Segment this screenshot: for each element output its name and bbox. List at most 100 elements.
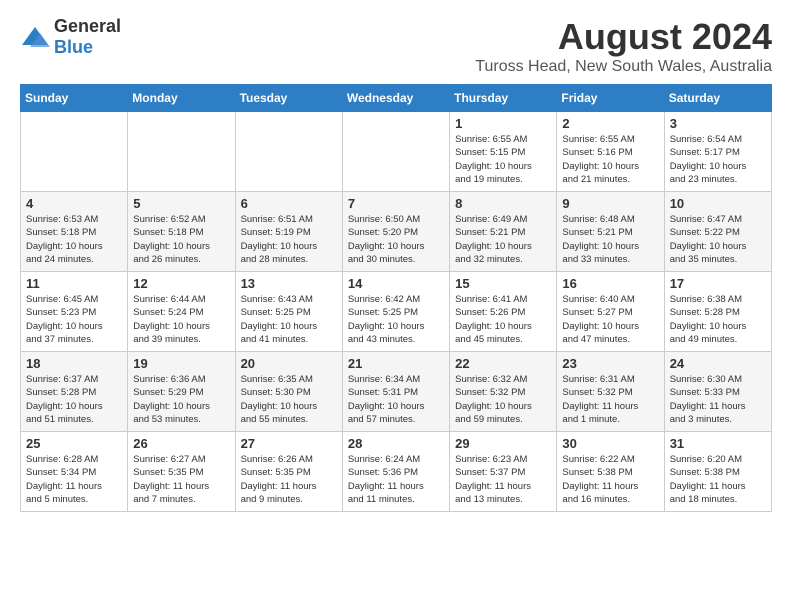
col-sunday: Sunday bbox=[21, 85, 128, 112]
title-block: August 2024 Tuross Head, New South Wales… bbox=[475, 16, 772, 76]
day-number: 28 bbox=[348, 436, 444, 451]
day-cell-3-5: 15 Sunrise: 6:41 AM Sunset: 5:26 PM Dayli… bbox=[450, 272, 557, 352]
calendar-body: 1Sunrise: 6:55 AM Sunset: 5:15 PM Daylig… bbox=[21, 112, 772, 512]
day-number: 8 bbox=[455, 196, 551, 211]
col-tuesday: Tuesday bbox=[235, 85, 342, 112]
col-friday: Friday bbox=[557, 85, 664, 112]
col-wednesday: Wednesday bbox=[342, 85, 449, 112]
day-number: 10 bbox=[670, 196, 766, 211]
day-cell-4-7: 24Sunrise: 6:30 AM Sunset: 5:33 PM Dayli… bbox=[664, 352, 771, 432]
day-info: Sunrise: 6:37 AM Sunset: 5:28 PM Dayligh… bbox=[26, 373, 122, 426]
day-number: 19 bbox=[133, 356, 229, 371]
day-cell-5-5: 29Sunrise: 6:23 AM Sunset: 5:37 PM Dayli… bbox=[450, 432, 557, 512]
day-info: Sunrise: 6:54 AM Sunset: 5:17 PM Dayligh… bbox=[670, 133, 766, 186]
header-row: Sunday Monday Tuesday Wednesday Thursday… bbox=[21, 85, 772, 112]
main-title: August 2024 bbox=[475, 16, 772, 58]
logo-general: General bbox=[54, 16, 121, 36]
day-cell-4-3: 20 Sunrise: 6:35 AM Sunset: 5:30 PM Dayli… bbox=[235, 352, 342, 432]
day-number: 9 bbox=[562, 196, 658, 211]
day-cell-4-5: 22 Sunrise: 6:32 AM Sunset: 5:32 PM Dayli… bbox=[450, 352, 557, 432]
day-info: Sunrise: 6:52 AM Sunset: 5:18 PM Dayligh… bbox=[133, 213, 229, 266]
day-cell-2-7: 10 Sunrise: 6:47 AM Sunset: 5:22 PM Dayli… bbox=[664, 192, 771, 272]
day-cell-5-1: 25 Sunrise: 6:28 AM Sunset: 5:34 PM Dayli… bbox=[21, 432, 128, 512]
day-info: Sunrise: 6:51 AM Sunset: 5:19 PM Dayligh… bbox=[241, 213, 337, 266]
day-cell-2-3: 6Sunrise: 6:51 AM Sunset: 5:19 PM Daylig… bbox=[235, 192, 342, 272]
week-row-5: 25 Sunrise: 6:28 AM Sunset: 5:34 PM Dayli… bbox=[21, 432, 772, 512]
day-number: 11 bbox=[26, 276, 122, 291]
day-info: Sunrise: 6:53 AM Sunset: 5:18 PM Dayligh… bbox=[26, 213, 122, 266]
day-cell-1-7: 3 Sunrise: 6:54 AM Sunset: 5:17 PM Daylig… bbox=[664, 112, 771, 192]
day-number: 2 bbox=[562, 116, 658, 131]
calendar-header: Sunday Monday Tuesday Wednesday Thursday… bbox=[21, 85, 772, 112]
day-info: Sunrise: 6:35 AM Sunset: 5:30 PM Dayligh… bbox=[241, 373, 337, 426]
day-cell-4-4: 21 Sunrise: 6:34 AM Sunset: 5:31 PM Dayli… bbox=[342, 352, 449, 432]
day-cell-3-2: 12Sunrise: 6:44 AM Sunset: 5:24 PM Dayli… bbox=[128, 272, 235, 352]
col-monday: Monday bbox=[128, 85, 235, 112]
day-number: 22 bbox=[455, 356, 551, 371]
day-info: Sunrise: 6:23 AM Sunset: 5:37 PM Dayligh… bbox=[455, 453, 551, 506]
day-number: 25 bbox=[26, 436, 122, 451]
day-cell-3-6: 16Sunrise: 6:40 AM Sunset: 5:27 PM Dayli… bbox=[557, 272, 664, 352]
day-cell-5-6: 30Sunrise: 6:22 AM Sunset: 5:38 PM Dayli… bbox=[557, 432, 664, 512]
day-cell-1-4 bbox=[342, 112, 449, 192]
day-number: 5 bbox=[133, 196, 229, 211]
day-info: Sunrise: 6:42 AM Sunset: 5:25 PM Dayligh… bbox=[348, 293, 444, 346]
day-number: 31 bbox=[670, 436, 766, 451]
day-cell-5-7: 31 Sunrise: 6:20 AM Sunset: 5:38 PM Dayli… bbox=[664, 432, 771, 512]
day-number: 14 bbox=[348, 276, 444, 291]
day-info: Sunrise: 6:45 AM Sunset: 5:23 PM Dayligh… bbox=[26, 293, 122, 346]
logo: General Blue bbox=[20, 16, 121, 58]
col-thursday: Thursday bbox=[450, 85, 557, 112]
day-number: 17 bbox=[670, 276, 766, 291]
calendar-table: Sunday Monday Tuesday Wednesday Thursday… bbox=[20, 84, 772, 512]
day-cell-1-2 bbox=[128, 112, 235, 192]
day-cell-1-1 bbox=[21, 112, 128, 192]
week-row-2: 4 Sunrise: 6:53 AM Sunset: 5:18 PM Daylig… bbox=[21, 192, 772, 272]
day-cell-3-4: 14 Sunrise: 6:42 AM Sunset: 5:25 PM Dayli… bbox=[342, 272, 449, 352]
logo-blue: Blue bbox=[54, 37, 93, 57]
day-cell-3-1: 11 Sunrise: 6:45 AM Sunset: 5:23 PM Dayli… bbox=[21, 272, 128, 352]
day-cell-2-6: 9 Sunrise: 6:48 AM Sunset: 5:21 PM Daylig… bbox=[557, 192, 664, 272]
day-info: Sunrise: 6:55 AM Sunset: 5:15 PM Dayligh… bbox=[455, 133, 551, 186]
week-row-4: 18 Sunrise: 6:37 AM Sunset: 5:28 PM Dayli… bbox=[21, 352, 772, 432]
day-number: 3 bbox=[670, 116, 766, 131]
day-info: Sunrise: 6:26 AM Sunset: 5:35 PM Dayligh… bbox=[241, 453, 337, 506]
day-info: Sunrise: 6:43 AM Sunset: 5:25 PM Dayligh… bbox=[241, 293, 337, 346]
day-number: 30 bbox=[562, 436, 658, 451]
day-cell-3-3: 13Sunrise: 6:43 AM Sunset: 5:25 PM Dayli… bbox=[235, 272, 342, 352]
day-cell-2-1: 4 Sunrise: 6:53 AM Sunset: 5:18 PM Daylig… bbox=[21, 192, 128, 272]
day-number: 18 bbox=[26, 356, 122, 371]
day-cell-5-4: 28 Sunrise: 6:24 AM Sunset: 5:36 PM Dayli… bbox=[342, 432, 449, 512]
day-cell-3-7: 17 Sunrise: 6:38 AM Sunset: 5:28 PM Dayli… bbox=[664, 272, 771, 352]
day-info: Sunrise: 6:34 AM Sunset: 5:31 PM Dayligh… bbox=[348, 373, 444, 426]
day-cell-2-2: 5 Sunrise: 6:52 AM Sunset: 5:18 PM Daylig… bbox=[128, 192, 235, 272]
day-number: 23 bbox=[562, 356, 658, 371]
day-number: 4 bbox=[26, 196, 122, 211]
day-cell-4-2: 19 Sunrise: 6:36 AM Sunset: 5:29 PM Dayli… bbox=[128, 352, 235, 432]
day-info: Sunrise: 6:49 AM Sunset: 5:21 PM Dayligh… bbox=[455, 213, 551, 266]
day-info: Sunrise: 6:28 AM Sunset: 5:34 PM Dayligh… bbox=[26, 453, 122, 506]
day-cell-2-5: 8 Sunrise: 6:49 AM Sunset: 5:21 PM Daylig… bbox=[450, 192, 557, 272]
col-saturday: Saturday bbox=[664, 85, 771, 112]
day-info: Sunrise: 6:36 AM Sunset: 5:29 PM Dayligh… bbox=[133, 373, 229, 426]
day-info: Sunrise: 6:38 AM Sunset: 5:28 PM Dayligh… bbox=[670, 293, 766, 346]
day-number: 21 bbox=[348, 356, 444, 371]
day-number: 15 bbox=[455, 276, 551, 291]
subtitle: Tuross Head, New South Wales, Australia bbox=[475, 58, 772, 76]
day-number: 12 bbox=[133, 276, 229, 291]
day-cell-1-3 bbox=[235, 112, 342, 192]
day-info: Sunrise: 6:32 AM Sunset: 5:32 PM Dayligh… bbox=[455, 373, 551, 426]
day-info: Sunrise: 6:47 AM Sunset: 5:22 PM Dayligh… bbox=[670, 213, 766, 266]
day-info: Sunrise: 6:41 AM Sunset: 5:26 PM Dayligh… bbox=[455, 293, 551, 346]
day-info: Sunrise: 6:31 AM Sunset: 5:32 PM Dayligh… bbox=[562, 373, 658, 426]
day-info: Sunrise: 6:24 AM Sunset: 5:36 PM Dayligh… bbox=[348, 453, 444, 506]
day-info: Sunrise: 6:48 AM Sunset: 5:21 PM Dayligh… bbox=[562, 213, 658, 266]
day-info: Sunrise: 6:40 AM Sunset: 5:27 PM Dayligh… bbox=[562, 293, 658, 346]
day-number: 20 bbox=[241, 356, 337, 371]
day-cell-5-3: 27Sunrise: 6:26 AM Sunset: 5:35 PM Dayli… bbox=[235, 432, 342, 512]
day-cell-5-2: 26Sunrise: 6:27 AM Sunset: 5:35 PM Dayli… bbox=[128, 432, 235, 512]
day-info: Sunrise: 6:55 AM Sunset: 5:16 PM Dayligh… bbox=[562, 133, 658, 186]
day-cell-4-6: 23 Sunrise: 6:31 AM Sunset: 5:32 PM Dayli… bbox=[557, 352, 664, 432]
day-info: Sunrise: 6:20 AM Sunset: 5:38 PM Dayligh… bbox=[670, 453, 766, 506]
week-row-1: 1Sunrise: 6:55 AM Sunset: 5:15 PM Daylig… bbox=[21, 112, 772, 192]
